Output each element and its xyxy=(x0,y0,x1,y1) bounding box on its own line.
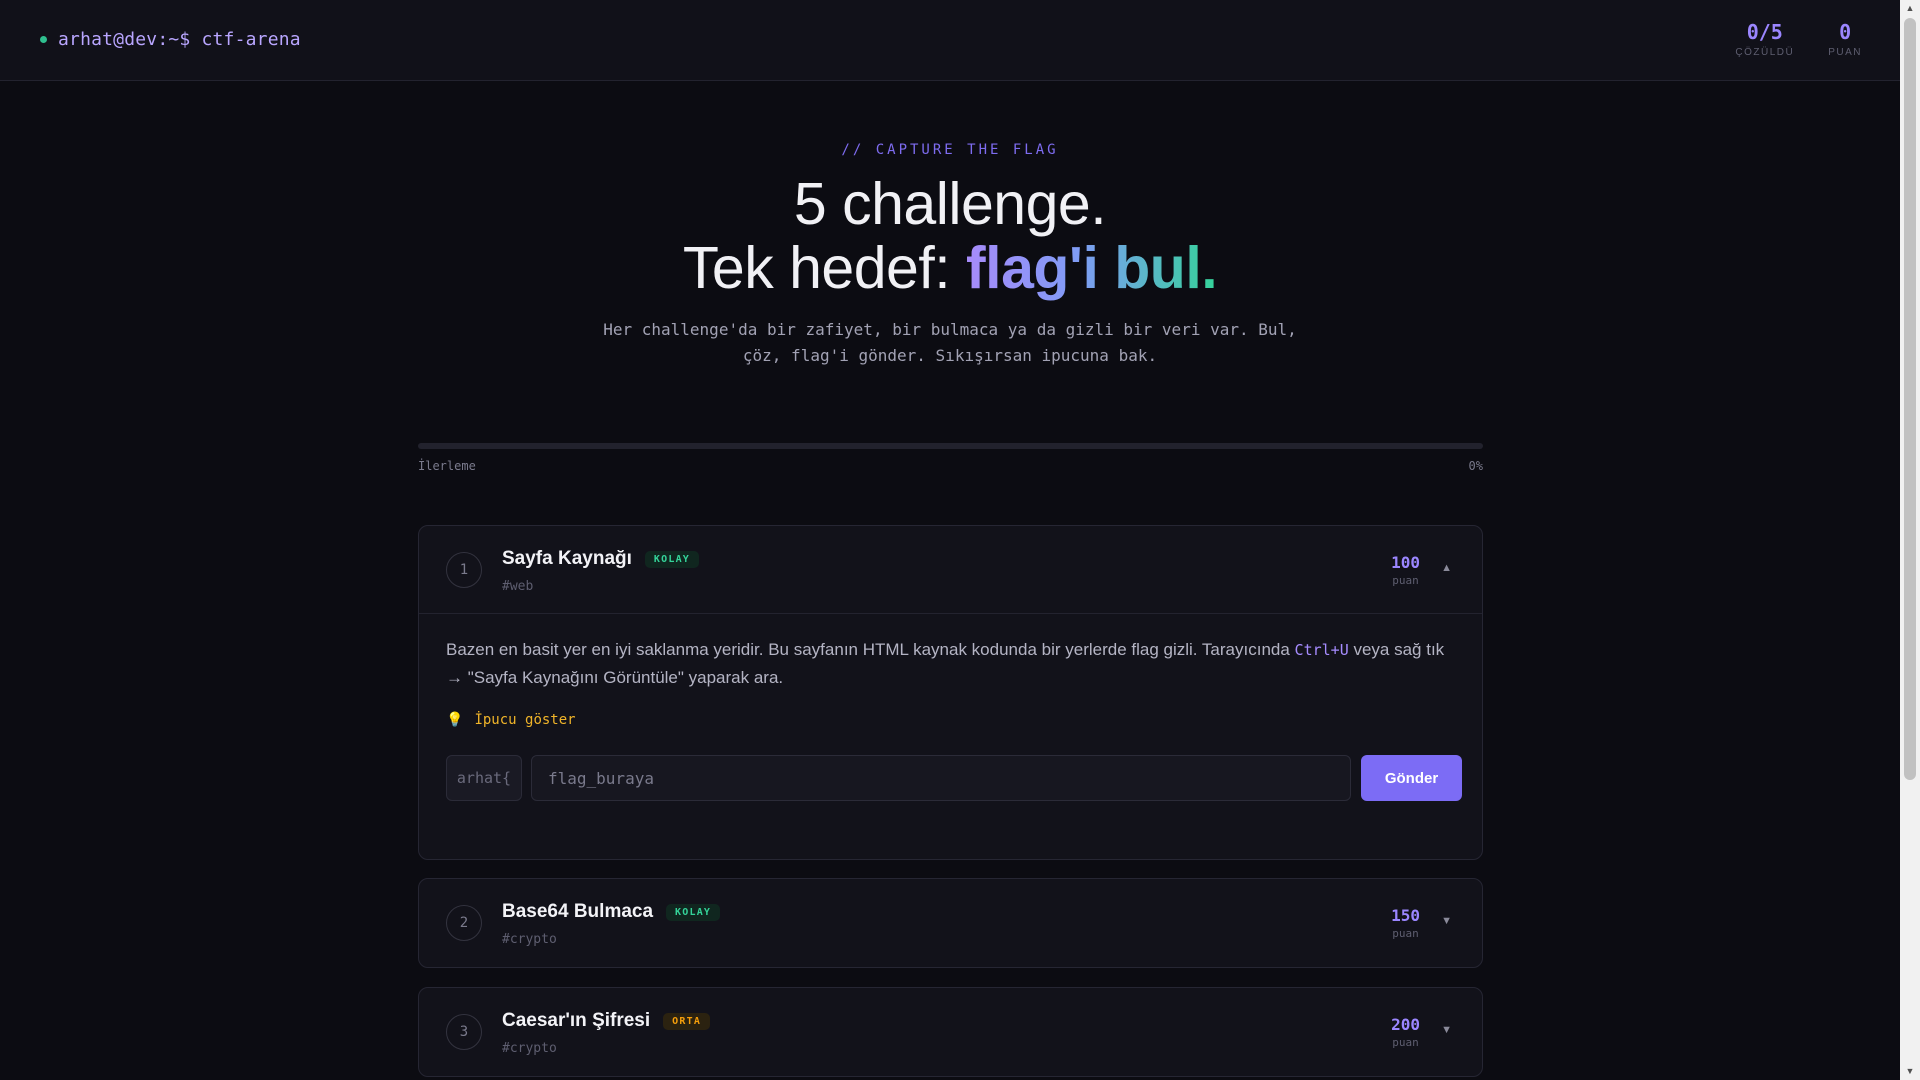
points-label: PUAN xyxy=(1828,47,1862,58)
progress-percent: 0% xyxy=(1468,459,1483,473)
stats: 0/5 ÇÖZÜLDÜ 0 PUAN xyxy=(1735,21,1862,58)
chevron-down-icon[interactable]: ▼ xyxy=(1441,1024,1452,1036)
challenge-tag: #crypto xyxy=(502,932,557,947)
terminal-prompt: arhat@dev:~$ ctf-arena xyxy=(58,29,301,50)
challenge-number: 2 xyxy=(446,905,482,941)
keyboard-shortcut: Ctrl+U xyxy=(1294,641,1349,659)
challenge-description: Bazen en basit yer en iyi saklanma yerid… xyxy=(446,636,1455,692)
challenge-tag: #web xyxy=(502,579,534,594)
challenge-card: 1 Sayfa Kaynağı KOLAY #web 100 puan ▲ Ba… xyxy=(418,525,1483,860)
brand: arhat@dev:~$ ctf-arena xyxy=(40,29,301,50)
points-stat: 0 PUAN xyxy=(1828,21,1862,58)
top-bar: arhat@dev:~$ ctf-arena 0/5 ÇÖZÜLDÜ 0 PUA… xyxy=(0,0,1900,81)
challenge-name: Caesar'ın Şifresi xyxy=(502,1010,651,1031)
solved-label: ÇÖZÜLDÜ xyxy=(1735,47,1795,58)
challenge-points: 200 puan xyxy=(1391,1015,1420,1049)
challenge-title-row: Sayfa Kaynağı KOLAY xyxy=(502,548,700,570)
hero-title-highlight: flag'i bul. xyxy=(966,235,1218,301)
hero-title: 5 challenge. Tek hedef: flag'i bul. xyxy=(0,172,1900,300)
points-value: 0 xyxy=(1839,20,1852,44)
challenge-number: 3 xyxy=(446,1014,482,1050)
challenge-card: 2 Base64 Bulmaca KOLAY #crypto 150 puan … xyxy=(418,878,1483,968)
challenge-points: 100 puan xyxy=(1391,553,1420,587)
solved-stat: 0/5 ÇÖZÜLDÜ xyxy=(1735,21,1794,58)
chevron-down-icon[interactable]: ▼ xyxy=(1441,915,1452,927)
points-label: puan xyxy=(1392,1036,1419,1049)
difficulty-badge: ORTA xyxy=(663,1012,711,1030)
chevron-up-icon[interactable]: ▲ xyxy=(1441,562,1452,574)
page-scrollbar[interactable]: ▲ ▼ xyxy=(1900,0,1920,1080)
challenge-points: 150 puan xyxy=(1391,906,1420,940)
hero-title-prefix: Tek hedef: xyxy=(682,235,967,301)
scrollbar-thumb[interactable] xyxy=(1904,18,1916,780)
challenge-header[interactable]: 1 Sayfa Kaynağı KOLAY #web 100 puan ▲ xyxy=(419,526,1482,614)
flag-form: arhat{ Gönder xyxy=(446,755,1462,801)
solved-value: 0/5 xyxy=(1746,20,1783,44)
description-text: Bazen en basit yer en iyi saklanma yerid… xyxy=(446,640,1295,659)
points-label: puan xyxy=(1392,574,1419,587)
challenge-name: Base64 Bulmaca xyxy=(502,901,654,922)
show-hint-button[interactable]: 💡 İpucu göster xyxy=(446,712,1455,728)
difficulty-badge: KOLAY xyxy=(666,903,721,921)
scroll-up-arrow-icon[interactable]: ▲ xyxy=(1900,0,1920,17)
lightbulb-icon: 💡 xyxy=(446,712,464,728)
submit-button[interactable]: Gönder xyxy=(1361,755,1462,801)
points-value: 150 xyxy=(1391,906,1420,925)
challenge-header[interactable]: 2 Base64 Bulmaca KOLAY #crypto 150 puan … xyxy=(419,879,1482,967)
challenge-title-row: Base64 Bulmaca KOLAY xyxy=(502,901,721,923)
challenge-body: Bazen en basit yer en iyi saklanma yerid… xyxy=(419,614,1482,859)
difficulty-badge: KOLAY xyxy=(644,550,700,568)
progress-label: İlerleme xyxy=(418,459,476,473)
progress-bar xyxy=(418,443,1483,449)
scroll-down-arrow-icon[interactable]: ▼ xyxy=(1900,1063,1920,1080)
challenge-title-row: Caesar'ın Şifresi ORTA xyxy=(502,1010,711,1032)
challenge-card: 3 Caesar'ın Şifresi ORTA #crypto 200 pua… xyxy=(418,987,1483,1077)
challenge-number: 1 xyxy=(446,552,482,588)
points-value: 200 xyxy=(1391,1015,1420,1034)
status-dot-icon xyxy=(40,36,47,43)
hero-title-line1: 5 challenge. xyxy=(793,171,1107,237)
hero-eyebrow: // CAPTURE THE FLAG xyxy=(841,142,1059,158)
flag-prefix: arhat{ xyxy=(446,755,522,801)
hint-label: İpucu göster xyxy=(474,712,576,728)
challenge-header[interactable]: 3 Caesar'ın Şifresi ORTA #crypto 200 pua… xyxy=(419,988,1482,1076)
points-value: 100 xyxy=(1391,553,1420,572)
challenge-tag: #crypto xyxy=(502,1041,557,1056)
points-label: puan xyxy=(1392,927,1419,940)
hero-title-line2: Tek hedef: flag'i bul. xyxy=(0,236,1900,300)
challenge-name: Sayfa Kaynağı xyxy=(502,548,632,569)
flag-input[interactable] xyxy=(531,755,1351,801)
hero-lead: Her challenge'da bir zafiyet, bir bulmac… xyxy=(603,320,1297,365)
